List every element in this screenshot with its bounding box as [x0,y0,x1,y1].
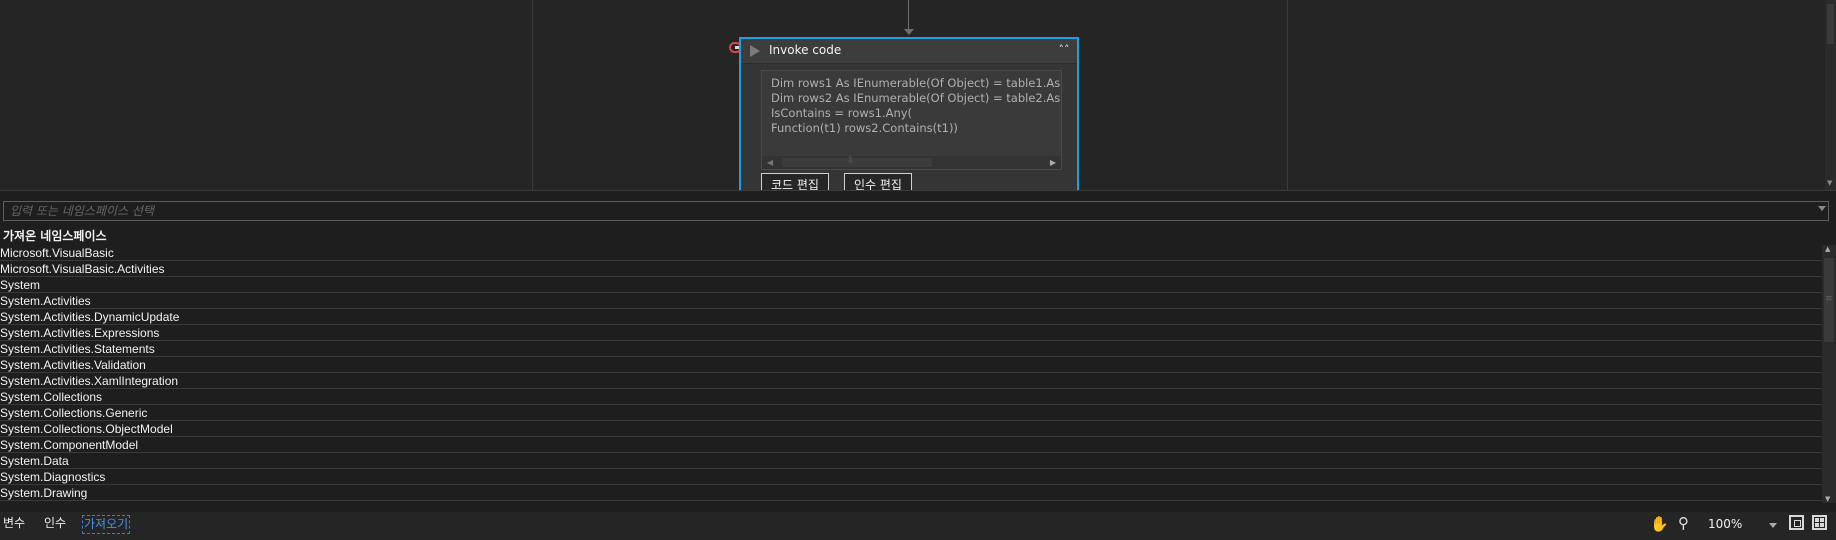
imports-panel: 가져온 네임스페이스 Microsoft.VisualBasic Microso… [0,190,1836,513]
activity-title: Invoke code [769,43,842,57]
list-item[interactable]: System.Collections [0,389,1822,405]
overview-icon[interactable] [1812,515,1827,530]
code-line: Function(t1) rows2.Contains(t1)) [771,121,958,135]
activity-header[interactable]: Invoke code ˄˄ [741,39,1077,64]
fit-to-screen-icon[interactable] [1789,515,1804,530]
code-line: IsContains = rows1.Any( [771,106,913,120]
list-item[interactable]: System.Data [0,453,1822,469]
list-item[interactable]: System.Activities.DynamicUpdate [0,309,1822,325]
tab-imports[interactable]: 가져오기 [82,515,131,534]
designer-canvas[interactable]: Invoke code ˄˄ Dim rows1 As IEnumerable(… [0,0,1836,190]
scroll-down-icon[interactable]: ▼ [1825,495,1830,503]
list-item[interactable]: System.Activities.Statements [0,341,1822,357]
edit-arguments-button[interactable]: 인수 편집 [844,173,912,190]
designer-status-bar: 변수 인수 가져오기 ✋ ⚲ 100% [0,512,1836,540]
tab-arguments[interactable]: 인수 [44,515,66,532]
flow-connector [908,0,909,30]
scroll-right-icon[interactable]: ▶ [1050,156,1056,169]
list-item[interactable]: System [0,277,1822,293]
namespace-list-scrollbar[interactable]: ▲ ▼ [1822,245,1836,503]
code-preview[interactable]: Dim rows1 As IEnumerable(Of Object) = ta… [761,70,1062,170]
imported-namespaces-header: 가져온 네임스페이스 [3,229,107,243]
list-item[interactable]: System.Drawing [0,485,1822,501]
scrollbar-thumb[interactable] [1827,4,1834,44]
edit-code-button[interactable]: 코드 편집 [761,173,829,190]
hand-pan-icon[interactable]: ✋ [1650,515,1669,533]
list-item[interactable]: System.Activities.Validation [0,357,1822,373]
code-line: Dim rows2 As IEnumerable(Of Object) = ta… [771,91,1062,105]
list-item[interactable]: System.Collections.Generic [0,405,1822,421]
list-item[interactable]: System.ComponentModel [0,437,1822,453]
list-item[interactable]: Microsoft.VisualBasic.Activities [0,261,1822,277]
canvas-divider-left [532,0,533,190]
list-item[interactable]: Microsoft.VisualBasic [0,245,1822,261]
list-item[interactable]: System.Collections.ObjectModel [0,421,1822,437]
invoke-code-activity[interactable]: Invoke code ˄˄ Dim rows1 As IEnumerable(… [739,37,1079,190]
code-line: Dim rows1 As IEnumerable(Of Object) = ta… [771,76,1062,90]
tab-variables[interactable]: 변수 [3,515,25,532]
scrollbar-thumb[interactable] [1824,258,1834,342]
chevron-down-icon[interactable] [1818,206,1826,211]
canvas-divider-right [1287,0,1288,190]
list-item[interactable]: System.Activities.Expressions [0,325,1822,341]
list-item[interactable]: System.Activities [0,293,1822,309]
scrollbar-thumb[interactable] [782,155,932,167]
chevron-down-icon[interactable] [1769,523,1777,528]
zoom-level[interactable]: 100% [1708,517,1742,531]
scroll-down-icon[interactable]: ▼ [1827,179,1832,187]
scroll-left-icon[interactable]: ◀ [767,156,773,169]
collapse-icon[interactable]: ˄˄ [1057,43,1071,57]
namespace-list[interactable]: Microsoft.VisualBasic Microsoft.VisualBa… [0,245,1822,503]
flow-arrow-icon [904,29,914,35]
canvas-vertical-scrollbar[interactable]: ▼ [1825,0,1836,190]
list-item[interactable]: System.Activities.XamlIntegration [0,373,1822,389]
scroll-up-icon[interactable]: ▲ [1825,245,1830,253]
magnifier-icon[interactable]: ⚲ [1678,514,1689,532]
code-horizontal-scrollbar[interactable]: ◀ ▶ [762,155,1061,169]
play-icon [750,45,760,57]
namespace-input[interactable] [3,201,1829,221]
list-item[interactable]: System.Diagnostics [0,469,1822,485]
